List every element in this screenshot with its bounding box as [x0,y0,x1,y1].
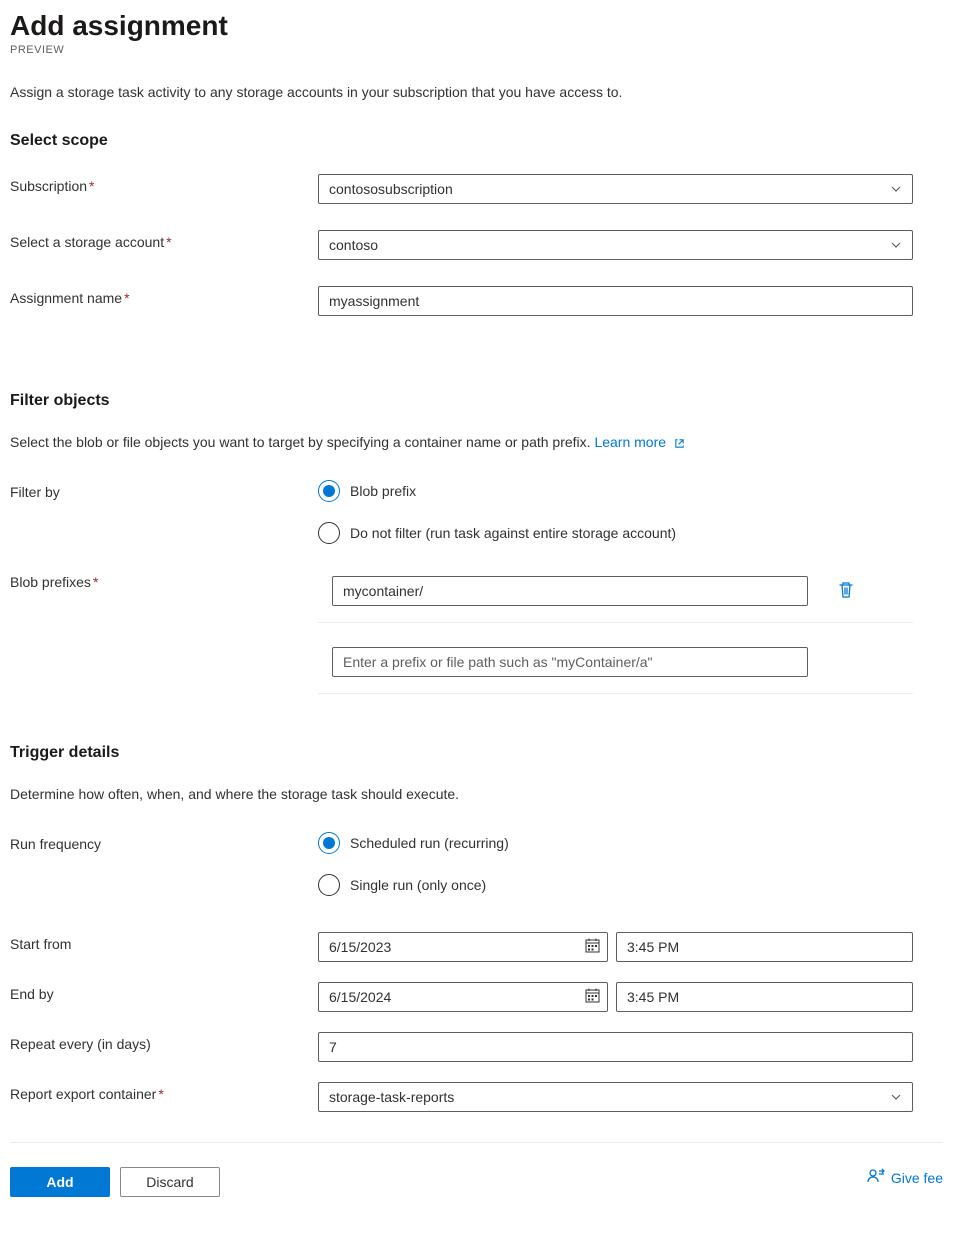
radio-no-filter[interactable] [318,522,340,544]
section-scope-title: Select scope [10,132,943,150]
end-time-input[interactable] [616,982,913,1012]
add-button[interactable]: Add [10,1167,110,1197]
start-from-label: Start from [10,932,318,952]
radio-blob-prefix[interactable] [318,480,340,502]
radio-single[interactable] [318,874,340,896]
learn-more-link[interactable]: Learn more [594,434,684,450]
radio-no-filter-label[interactable]: Do not filter (run task against entire s… [350,525,676,541]
report-container-label: Report export container* [10,1082,318,1102]
section-filter-title: Filter objects [10,392,943,410]
storage-account-select[interactable]: contoso [318,230,913,260]
required-asterisk: * [158,1086,163,1102]
blob-prefix-input-new[interactable] [332,647,808,677]
repeat-label: Repeat every (in days) [10,1032,318,1052]
radio-blob-prefix-label[interactable]: Blob prefix [350,483,416,499]
delete-icon[interactable] [838,581,854,602]
intro-text: Assign a storage task activity to any st… [10,84,943,100]
feedback-icon [867,1167,885,1188]
assignment-name-input[interactable] [318,286,913,316]
radio-scheduled-label[interactable]: Scheduled run (recurring) [350,835,509,851]
required-asterisk: * [89,178,94,194]
storage-account-label: Select a storage account* [10,230,318,250]
subscription-select[interactable]: contososubscription [318,174,913,204]
filter-by-label: Filter by [10,480,318,500]
end-date-input[interactable] [318,982,608,1012]
section-trigger-title: Trigger details [10,744,943,762]
required-asterisk: * [166,234,171,250]
radio-scheduled[interactable] [318,832,340,854]
radio-single-label[interactable]: Single run (only once) [350,877,486,893]
run-frequency-label: Run frequency [10,832,318,852]
trigger-desc: Determine how often, when, and where the… [10,786,943,802]
subscription-label: Subscription* [10,174,318,194]
blob-prefix-input-0[interactable] [332,576,808,606]
end-by-label: End by [10,982,318,1002]
repeat-input[interactable] [318,1032,913,1062]
page-title: Add assignment [10,10,943,42]
filter-desc: Select the blob or file objects you want… [10,434,943,450]
external-link-icon [674,438,685,449]
required-asterisk: * [93,574,98,590]
start-date-input[interactable] [318,932,608,962]
discard-button[interactable]: Discard [120,1167,220,1197]
start-time-input[interactable] [616,932,913,962]
required-asterisk: * [124,290,129,306]
preview-badge: PREVIEW [10,44,943,56]
assignment-name-label: Assignment name* [10,286,318,306]
blob-prefixes-label: Blob prefixes* [10,570,318,590]
report-container-select[interactable]: storage-task-reports [318,1082,913,1112]
give-feedback-link[interactable]: Give fee [867,1167,943,1188]
